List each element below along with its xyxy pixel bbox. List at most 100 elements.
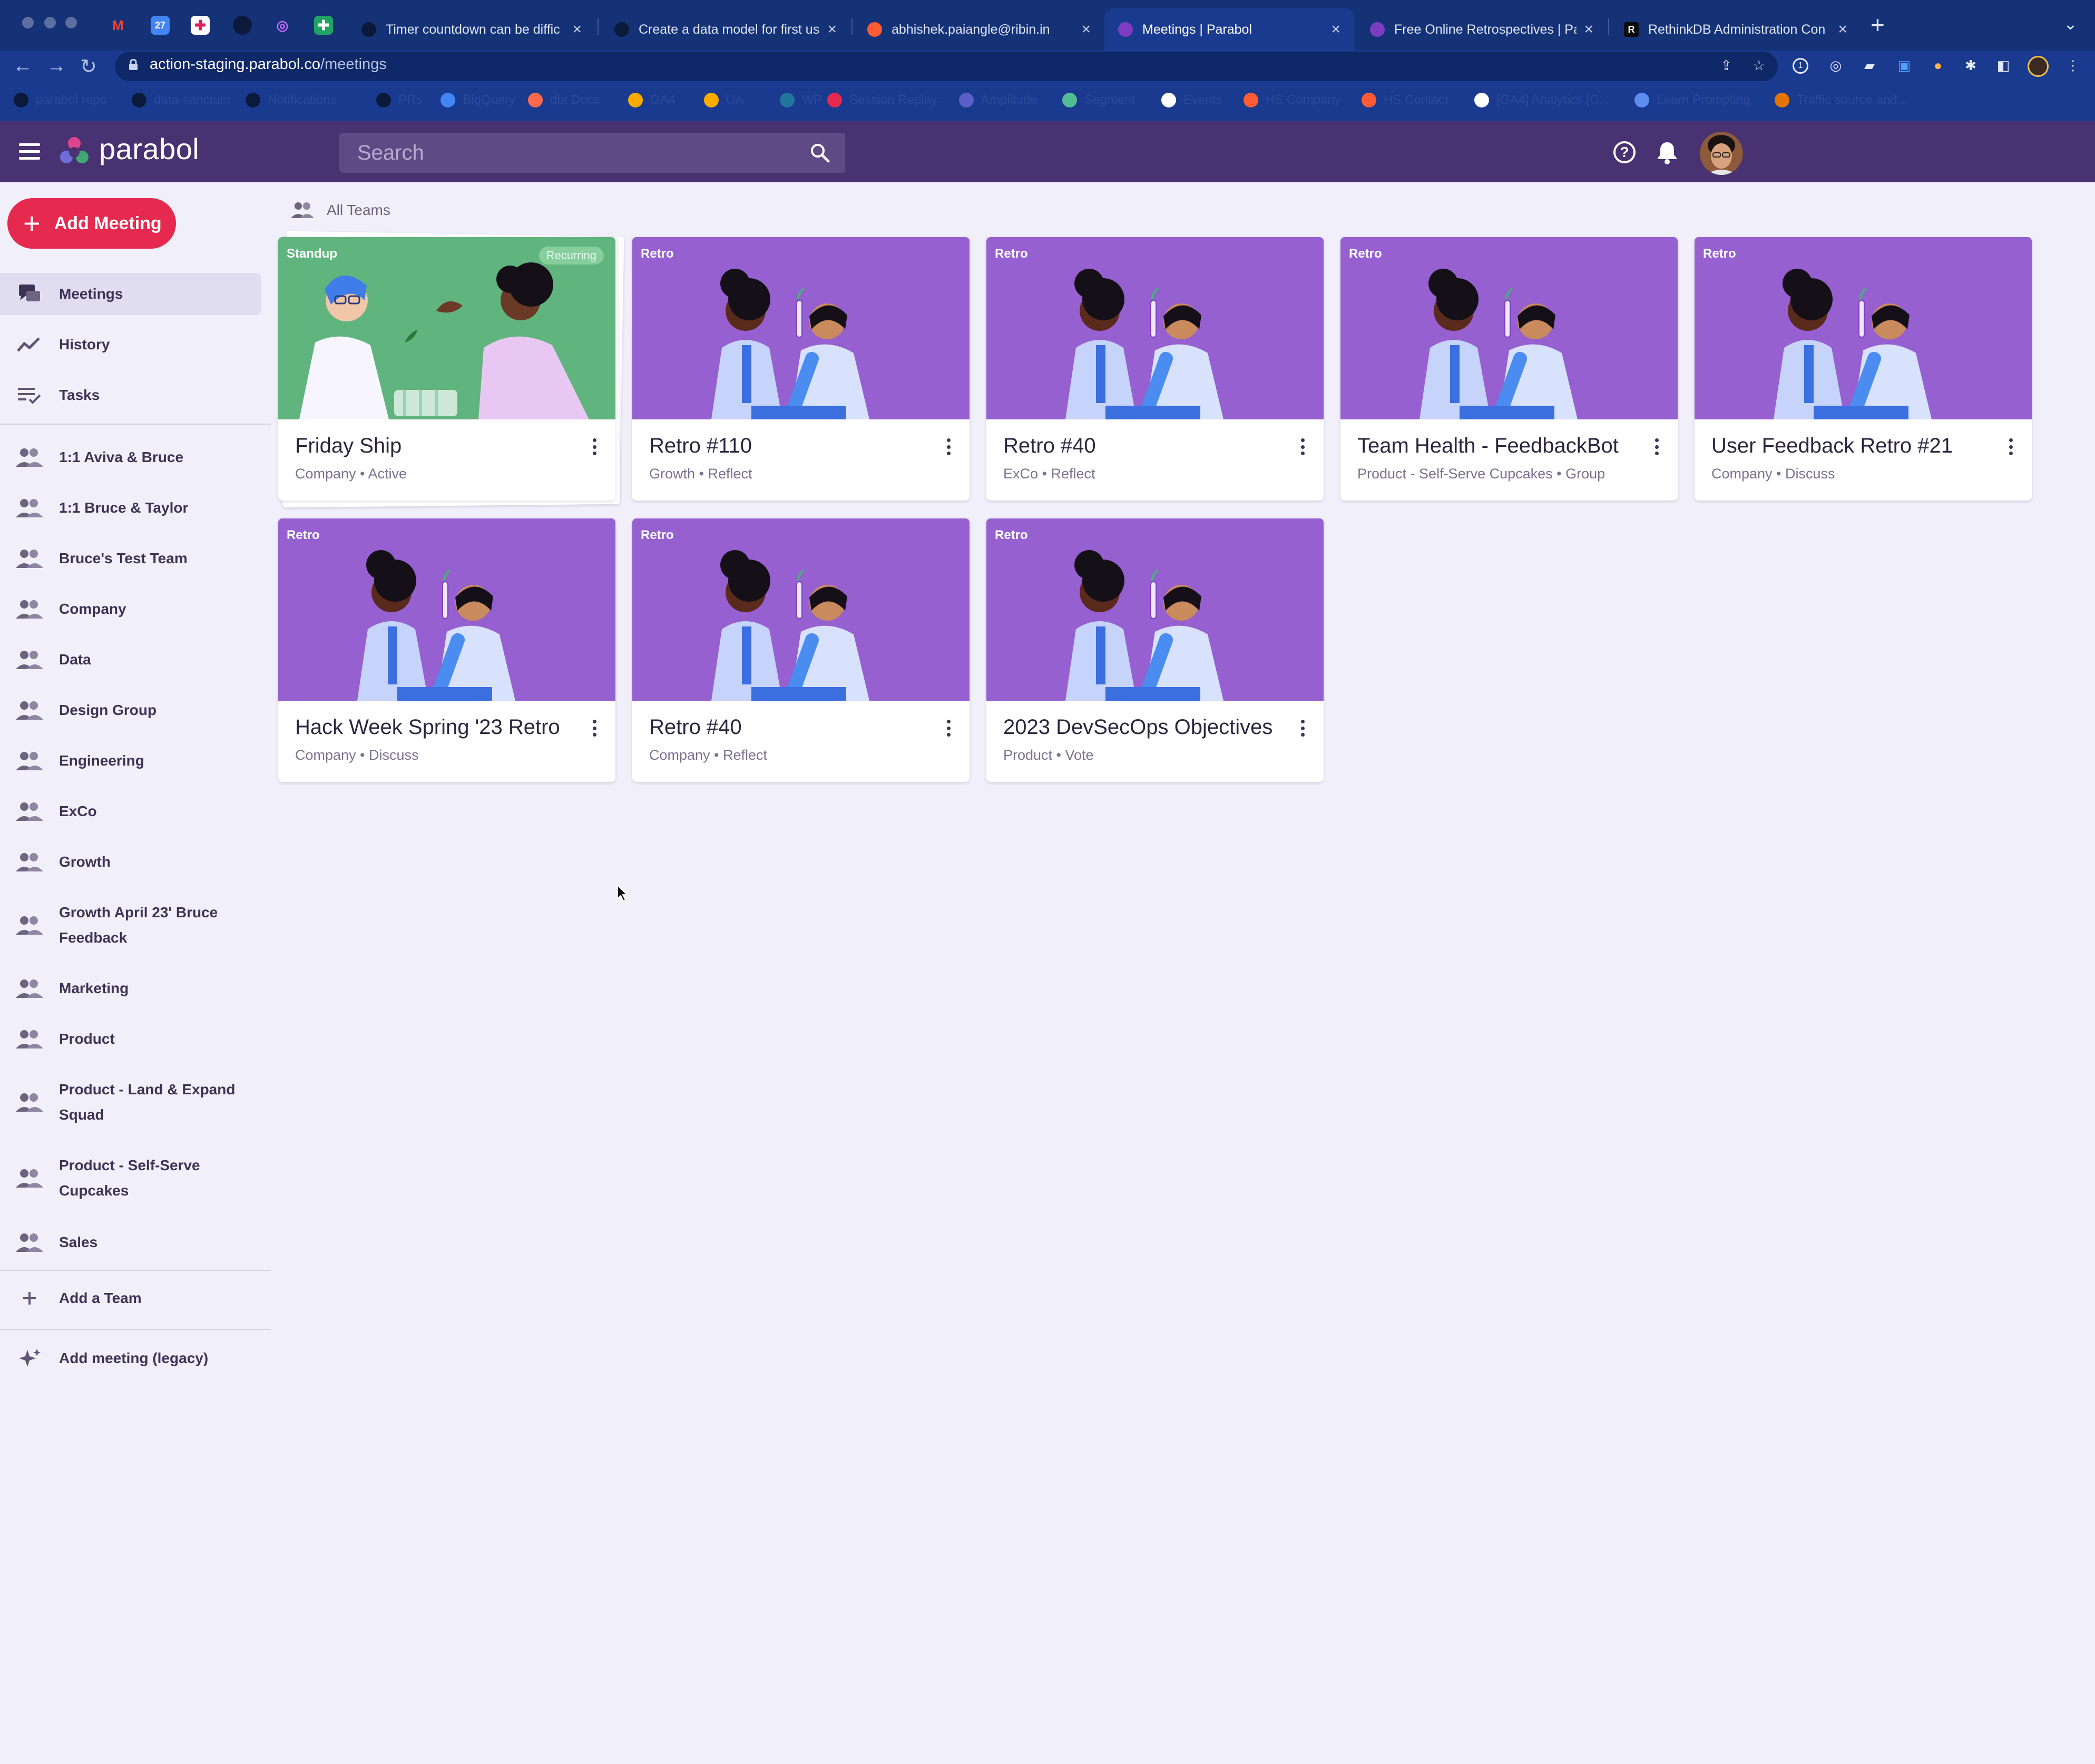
bookmark-item[interactable]: parabol repo [14, 93, 107, 107]
sidebar-item-tasks[interactable]: Tasks [0, 374, 261, 416]
browser-profile-avatar[interactable] [2028, 56, 2049, 77]
search-box[interactable] [339, 133, 845, 173]
add-meeting-button[interactable]: + Add Meeting [7, 198, 176, 249]
window-zoom-button[interactable] [65, 17, 77, 28]
meeting-title[interactable]: Retro #40 [649, 716, 742, 739]
team-filter[interactable]: All Teams [291, 201, 390, 219]
meeting-title[interactable]: Team Health - FeedbackBot [1357, 434, 1619, 458]
pinned-tab-calendar[interactable]: 27 [151, 16, 170, 35]
bookmark-item[interactable]: BigQuery [440, 93, 515, 107]
bookmark-item[interactable]: Segment [1062, 93, 1135, 107]
menu-icon[interactable] [19, 143, 40, 160]
meeting-card[interactable]: Retro User Feedback Retro #21 Company • Di… [1695, 237, 2032, 501]
close-icon[interactable]: × [1584, 21, 1593, 38]
search-icon[interactable] [809, 142, 830, 163]
meeting-title[interactable]: User Feedback Retro #21 [1711, 434, 1953, 458]
tab-search-button[interactable]: ⌄ [2063, 14, 2078, 34]
sidebar-item-team[interactable]: 1:1 Bruce & Taylor [0, 492, 263, 524]
meeting-title[interactable]: 2023 DevSecOps Objectives [1003, 716, 1272, 739]
browser-tab[interactable]: abhishek.paiangle@ribin.in × [854, 8, 1104, 51]
bookmark-item[interactable]: PRs [376, 93, 422, 107]
extension-sync-icon[interactable]: ◎ [1826, 56, 1845, 75]
sidebar-item-team[interactable]: Bruce's Test Team [0, 543, 263, 574]
search-input[interactable] [357, 133, 789, 173]
bookmark-item[interactable]: HS Company [1244, 93, 1341, 107]
close-icon[interactable]: × [1331, 21, 1340, 38]
bookmark-item[interactable]: Learn Prompting [1634, 93, 1750, 107]
sidebar-item-meetings[interactable]: Meetings [0, 273, 261, 315]
bookmark-item[interactable]: data-sanctum [132, 93, 230, 107]
sidebar-item-team[interactable]: Growth [0, 846, 263, 878]
pinned-tab-sheets[interactable]: ✚ [314, 16, 333, 35]
sidebar-item-team[interactable]: Engineering [0, 745, 263, 777]
sidebar-item-team[interactable]: Company [0, 593, 263, 625]
meeting-title[interactable]: Friday Ship [295, 434, 402, 458]
bookmark-item[interactable]: Amplitude [959, 93, 1037, 107]
extension-icon[interactable]: ▣ [1895, 56, 1914, 75]
more-options-icon[interactable] [943, 718, 954, 739]
more-options-icon[interactable] [1651, 436, 1662, 457]
bookmark-item[interactable]: WP [780, 93, 823, 107]
meeting-card[interactable]: Retro Retro #40 Company • Reflect [632, 518, 970, 782]
bookmark-item[interactable]: Notifications [246, 93, 337, 107]
extension-icon[interactable]: ▰ [1860, 56, 1879, 75]
meeting-title[interactable]: Hack Week Spring '23 Retro [295, 716, 560, 739]
bookmark-item[interactable]: dbt Docs [528, 93, 600, 107]
meeting-card[interactable]: Retro Retro #110 Growth • Reflect [632, 237, 970, 501]
pinned-tab-github[interactable] [233, 16, 252, 35]
bookmark-item[interactable]: HS Contact [1362, 93, 1448, 107]
sidebar-item-history[interactable]: History [0, 324, 261, 366]
pinned-tab-gmail[interactable]: M [109, 16, 128, 35]
parabol-logo-icon[interactable] [58, 136, 91, 169]
share-icon[interactable]: ⇪ [1717, 56, 1736, 75]
meeting-title[interactable]: Retro #110 [649, 434, 752, 458]
close-icon[interactable]: × [1081, 21, 1091, 38]
add-team-button[interactable]: Add a Team [0, 1277, 261, 1319]
side-panel-icon[interactable]: ◧ [1994, 56, 2013, 75]
pinned-tab-parabol[interactable]: ◎ [273, 16, 292, 35]
meeting-card[interactable]: Retro 2023 DevSecOps Objectives Product • … [986, 518, 1324, 782]
meeting-card[interactable]: Standup Recurring Friday Ship Company • Act… [278, 237, 615, 501]
sidebar-item-team[interactable]: Data [0, 644, 263, 675]
sidebar-item-team[interactable]: Growth April 23' Bruce Feedback [0, 897, 263, 954]
back-icon[interactable]: ← [13, 55, 33, 77]
window-close-button[interactable] [22, 17, 34, 28]
close-icon[interactable]: × [1838, 21, 1847, 38]
meeting-card[interactable]: Retro Hack Week Spring '23 Retro Company •… [278, 518, 615, 782]
meeting-title[interactable]: Retro #40 [1003, 434, 1096, 458]
close-icon[interactable]: × [572, 21, 582, 38]
password-manager-icon[interactable]: 1 [1793, 58, 1808, 74]
more-options-icon[interactable] [589, 436, 600, 457]
browser-tab[interactable]: Create a data model for first us × [601, 8, 850, 51]
bookmark-item[interactable]: Session Replay [827, 93, 937, 107]
sidebar-item-team[interactable]: Product - Land & Expand Squad [0, 1074, 263, 1131]
extensions-puzzle-icon[interactable]: ✱ [1961, 56, 1980, 75]
sidebar-item-team[interactable]: 1:1 Aviva & Bruce [0, 442, 263, 473]
user-avatar[interactable] [1700, 132, 1743, 175]
more-options-icon[interactable] [2005, 436, 2016, 457]
more-options-icon[interactable] [589, 718, 600, 739]
address-url[interactable]: action-staging.parabol.co/meetings [150, 56, 387, 73]
bookmark-item[interactable]: [GA4] Analytics (C... [1474, 93, 1610, 107]
extension-icon[interactable]: ● [1928, 56, 1947, 75]
more-options-icon[interactable] [1297, 436, 1308, 457]
bookmark-star-icon[interactable]: ☆ [1749, 56, 1768, 75]
browser-tab[interactable]: Free Online Retrospectives | Pa × [1356, 8, 1607, 51]
parabol-logo-text[interactable]: parabol [99, 132, 199, 166]
browser-tab[interactable]: Timer countdown can be diffic × [348, 8, 595, 51]
browser-menu-icon[interactable]: ⋮ [2063, 56, 2082, 75]
help-icon[interactable]: ? [1613, 141, 1636, 163]
sidebar-item-team[interactable]: Marketing [0, 973, 263, 1004]
bookmark-item[interactable]: GA4 [628, 93, 676, 107]
meeting-card[interactable]: Retro Retro #40 ExCo • Reflect [986, 237, 1324, 501]
forward-icon[interactable]: → [46, 55, 66, 77]
sidebar-item-team[interactable]: Product - Self-Serve Cupcakes [0, 1150, 263, 1207]
window-minimize-button[interactable] [44, 17, 56, 28]
bookmark-item[interactable]: Events [1161, 93, 1222, 107]
sidebar-item-team[interactable]: Sales [0, 1227, 263, 1258]
meeting-card[interactable]: Retro Team Health - FeedbackBot Product - … [1340, 237, 1678, 501]
sidebar-item-team[interactable]: Design Group [0, 694, 263, 726]
browser-tab-active[interactable]: Meetings | Parabol × [1104, 8, 1354, 51]
browser-tab[interactable]: R RethinkDB Administration Con × [1610, 8, 1861, 51]
new-tab-button[interactable]: + [1871, 11, 1885, 39]
